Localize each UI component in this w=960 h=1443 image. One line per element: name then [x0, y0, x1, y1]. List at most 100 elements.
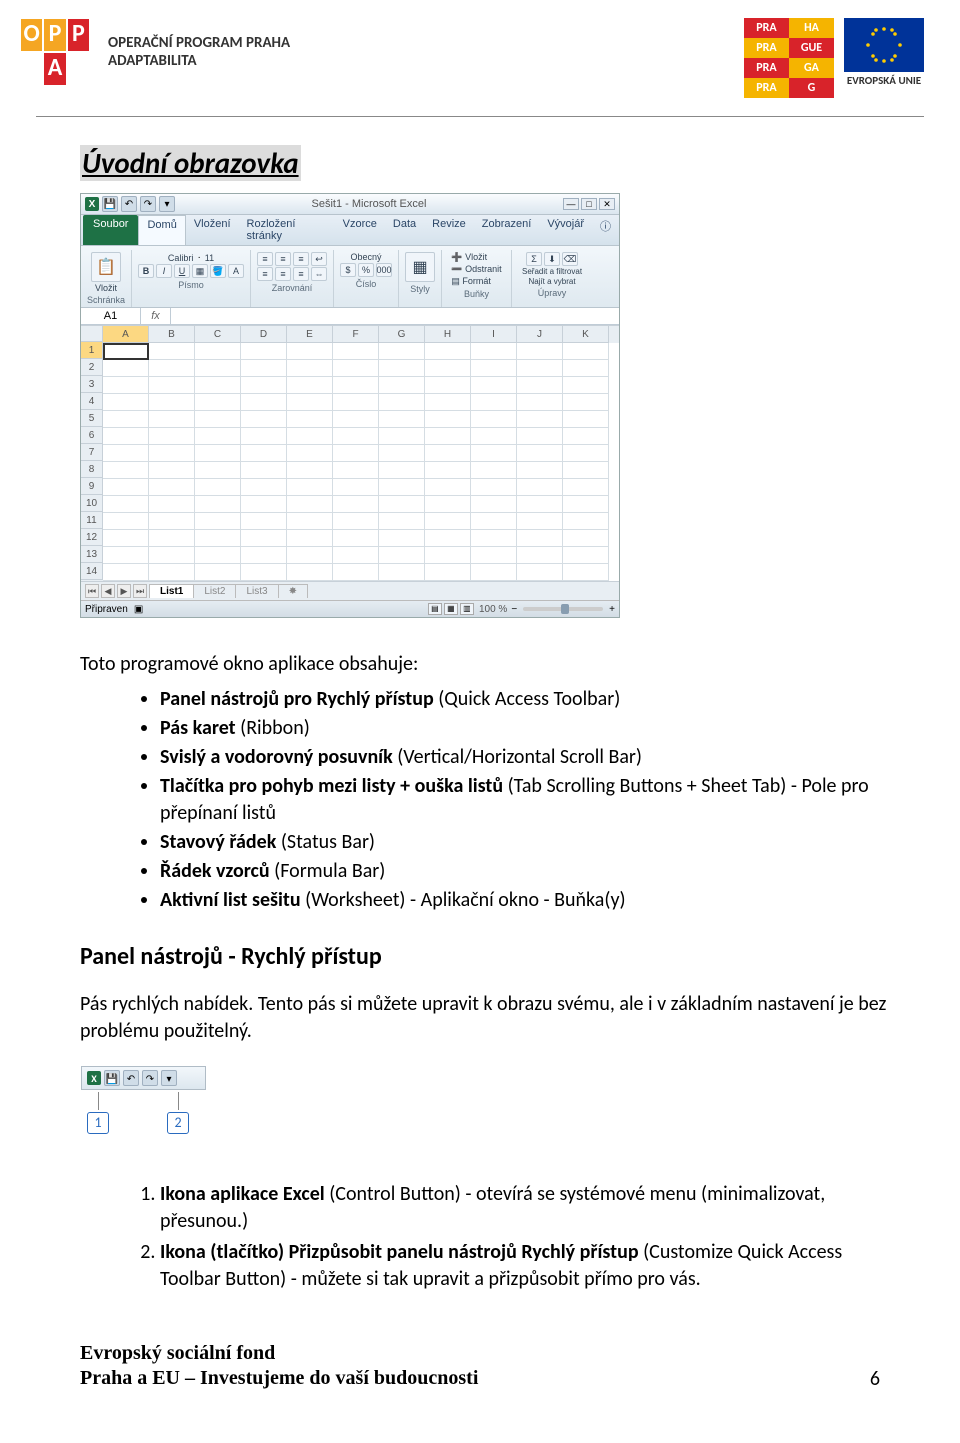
sheet-nav-next-icon[interactable]: ▶ — [117, 584, 131, 598]
tab-developer[interactable]: Vývojář — [539, 215, 592, 245]
fx-icon[interactable]: fx — [141, 308, 171, 324]
zoom-in-icon[interactable]: + — [609, 604, 615, 615]
excel-app-icon[interactable]: X — [85, 197, 99, 211]
sheet-tab-2[interactable]: List2 — [193, 584, 236, 598]
name-box[interactable]: A1 — [81, 308, 141, 324]
sheet-nav-first-icon[interactable]: ⏮ — [85, 584, 99, 598]
col-header[interactable]: H — [425, 326, 471, 343]
row-header[interactable]: 1 — [81, 342, 103, 359]
wrap-text-icon[interactable]: ↩ — [311, 252, 327, 266]
underline-icon[interactable]: U — [174, 264, 190, 278]
undo-icon[interactable]: ↶ — [121, 196, 137, 212]
cell-a1[interactable] — [103, 343, 149, 360]
fill-color-icon[interactable]: 🪣 — [210, 264, 226, 278]
select-all-corner[interactable] — [81, 325, 103, 342]
row-header[interactable]: 8 — [81, 461, 103, 478]
tab-file[interactable]: Soubor — [83, 215, 138, 245]
italic-icon[interactable]: I — [156, 264, 172, 278]
sheet-tab-3[interactable]: List3 — [235, 584, 278, 598]
col-header[interactable]: C — [195, 326, 241, 343]
col-header[interactable]: F — [333, 326, 379, 343]
save-icon[interactable]: 💾 — [102, 196, 118, 212]
find-select[interactable]: Najít a vybrat — [528, 277, 575, 286]
align-right-icon[interactable]: ≡ — [293, 267, 309, 281]
currency-icon[interactable]: $ — [340, 263, 356, 277]
redo-icon[interactable]: ↷ — [140, 196, 156, 212]
row-header[interactable]: 11 — [81, 512, 103, 529]
col-header[interactable]: I — [471, 326, 517, 343]
new-sheet-icon[interactable]: ✸ — [278, 584, 308, 598]
tab-review[interactable]: Revize — [424, 215, 474, 245]
row-header[interactable]: 7 — [81, 444, 103, 461]
align-top-icon[interactable]: ≡ — [257, 252, 273, 266]
paste-button[interactable]: 📋 — [91, 252, 121, 282]
col-header[interactable]: E — [287, 326, 333, 343]
clear-icon[interactable]: ⌫ — [562, 252, 578, 266]
number-format[interactable]: Obecný — [351, 252, 382, 262]
zoom-value[interactable]: 100 % — [479, 604, 507, 615]
sheet-tab-1[interactable]: List1 — [149, 584, 194, 598]
row-header[interactable]: 12 — [81, 529, 103, 546]
right-logos: PRA HA PRA GUE PRA GA PRA G — [744, 18, 924, 98]
view-layout-icon[interactable]: ▦ — [444, 603, 458, 615]
fill-icon[interactable]: ⬇ — [544, 252, 560, 266]
row-header[interactable]: 3 — [81, 376, 103, 393]
format-cell[interactable]: ▤ Formát — [451, 276, 491, 287]
delete-cell[interactable]: ➖ Odstranit — [451, 264, 501, 275]
col-header[interactable]: K — [563, 326, 609, 343]
col-header[interactable]: J — [517, 326, 563, 343]
col-header[interactable]: D — [241, 326, 287, 343]
font-size[interactable]: 11 — [205, 253, 214, 263]
zoom-out-icon[interactable]: − — [511, 604, 517, 615]
autosum-icon[interactable]: Σ — [526, 252, 542, 266]
align-bot-icon[interactable]: ≡ — [293, 252, 309, 266]
tab-insert[interactable]: Vložení — [186, 215, 239, 245]
col-header[interactable]: A — [103, 326, 149, 343]
row-header[interactable]: 14 — [81, 563, 103, 580]
tab-home[interactable]: Domů — [138, 215, 185, 245]
grid-rows[interactable] — [103, 343, 619, 581]
minimize-icon[interactable]: — — [563, 198, 579, 210]
row-header[interactable]: 2 — [81, 359, 103, 376]
bold-icon[interactable]: B — [138, 264, 154, 278]
tab-view[interactable]: Zobrazení — [474, 215, 540, 245]
merge-icon[interactable]: ⇔ — [311, 267, 327, 281]
row-header[interactable]: 13 — [81, 546, 103, 563]
col-header[interactable]: B — [149, 326, 195, 343]
close-icon[interactable]: ✕ — [599, 198, 615, 210]
row-header[interactable]: 9 — [81, 478, 103, 495]
qat-customize-icon: ▾ — [161, 1070, 177, 1086]
zoom-slider[interactable] — [523, 607, 603, 611]
sort-filter[interactable]: Seřadit a filtrovat — [522, 267, 582, 276]
macro-icon[interactable]: ▣ — [134, 604, 143, 615]
align-left-icon[interactable]: ≡ — [257, 267, 273, 281]
oppa-blank — [20, 52, 43, 86]
align-mid-icon[interactable]: ≡ — [275, 252, 291, 266]
maximize-icon[interactable]: □ — [581, 198, 597, 210]
font-color-icon[interactable]: A — [228, 264, 244, 278]
qat-customize-icon[interactable]: ▾ — [159, 196, 175, 212]
border-icon[interactable]: ▦ — [192, 264, 208, 278]
percent-icon[interactable]: % — [358, 263, 374, 277]
row-header[interactable]: 4 — [81, 393, 103, 410]
cell-styles-icon[interactable]: ▦ — [405, 252, 435, 282]
col-header[interactable]: G — [379, 326, 425, 343]
view-break-icon[interactable]: ▥ — [460, 603, 474, 615]
font-name[interactable]: Calibri — [168, 253, 194, 263]
row-header[interactable]: 6 — [81, 427, 103, 444]
align-center-icon[interactable]: ≡ — [275, 267, 291, 281]
comma-icon[interactable]: 000 — [376, 263, 392, 277]
row-header[interactable]: 5 — [81, 410, 103, 427]
sheet-nav-last-icon[interactable]: ⏭ — [133, 584, 147, 598]
view-normal-icon[interactable]: ▤ — [428, 603, 442, 615]
formula-input[interactable] — [171, 308, 619, 324]
row-header[interactable]: 10 — [81, 495, 103, 512]
sheet-nav-prev-icon[interactable]: ◀ — [101, 584, 115, 598]
ribbon-help-icon[interactable]: ⓘ — [592, 215, 619, 245]
tab-formulas[interactable]: Vzorce — [335, 215, 385, 245]
alignment-label: Zarovnání — [272, 283, 313, 293]
tab-layout[interactable]: Rozložení stránky — [239, 215, 335, 245]
insert-cell[interactable]: ➕ Vložit — [451, 252, 487, 263]
tab-data[interactable]: Data — [385, 215, 424, 245]
ribbon-group-clipboard: 📋 Vložit Schránka — [81, 250, 132, 307]
